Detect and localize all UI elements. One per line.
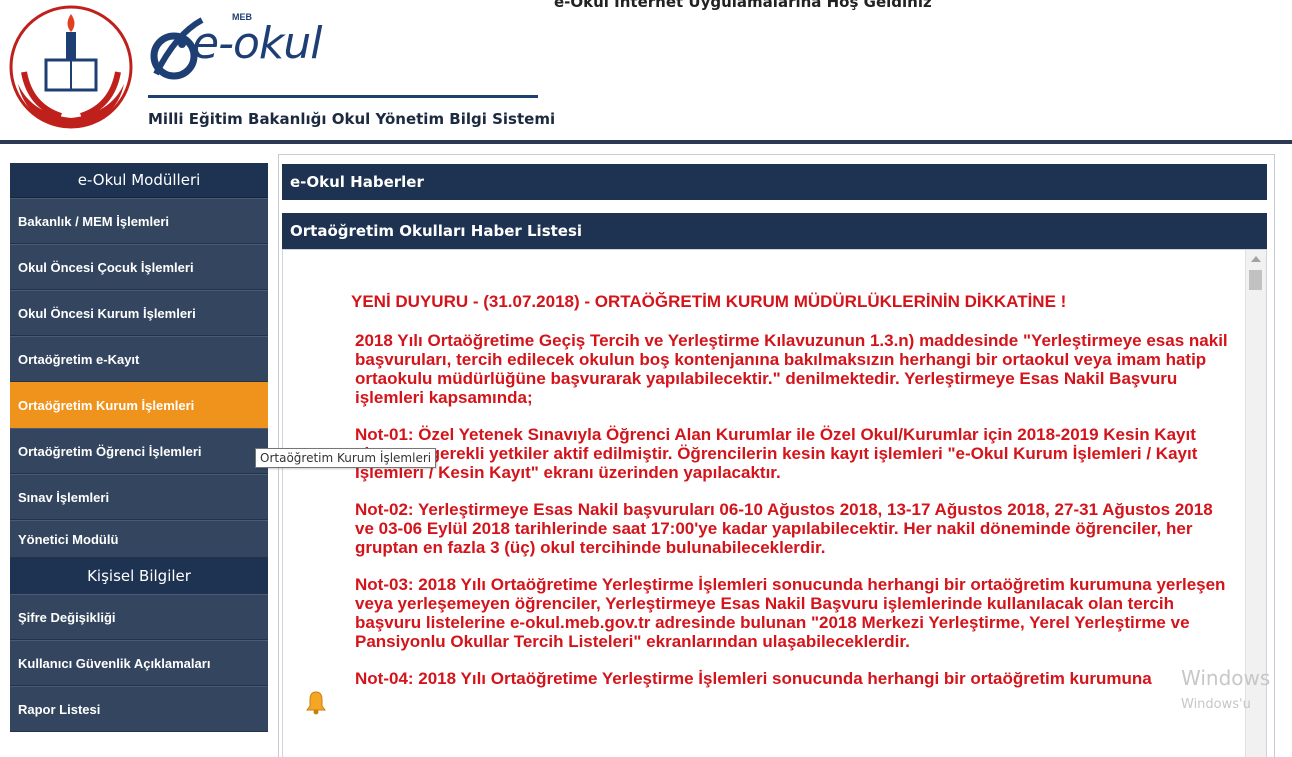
personal-info-title: Kişisel Bilgiler [10,558,268,594]
sidebar-item-bakanlik-mem[interactable]: Bakanlık / MEM İşlemleri [10,198,268,244]
windows-watermark: Windows [1181,666,1271,690]
logo-text: e-okul [192,18,322,69]
sidebar-item-okul-oncesi-kurum[interactable]: Okul Öncesi Kurum İşlemleri [10,290,268,336]
news-list-header: Ortaöğretim Okulları Haber Listesi [282,213,1267,249]
sidebar-item-yonetici[interactable]: Yönetici Modülü [10,520,268,558]
welcome-text: e-Okul İnternet Uygulamalarına Hoş Geldi… [554,0,932,11]
scroll-thumb[interactable] [1249,270,1262,290]
tooltip: Ortaöğretim Kurum İşlemleri [255,448,437,468]
news-paragraph: Not-03: 2018 Yılı Ortaöğretime Yerleştir… [355,575,1226,651]
page-header: . MEB e-okul Milli Eğitim Bakanlığı Okul… [0,0,1292,150]
sidebar-item-sifre-degisikligi[interactable]: Şifre Değişikliği [10,594,268,640]
news-header: e-Okul Haberler [282,164,1267,200]
header-bottom-border [0,140,1292,144]
sidebar-item-guvenlik-aciklamalari[interactable]: Kullanıcı Güvenlik Açıklamaları [10,640,268,686]
ministry-seal-icon: . [6,2,136,132]
news-frame[interactable]: YENİ DUYURU - (31.07.2018) - ORTAÖĞRETİM… [282,249,1267,757]
sidebar-item-okul-oncesi-cocuk[interactable]: Okul Öncesi Çocuk İşlemleri [10,244,268,290]
sidebar-item-ortaogretim-e-kayit[interactable]: Ortaöğretim e-Kayıt [10,336,268,382]
news-paragraph: Not-02: Yerleştirmeye Esas Nakil başvuru… [355,500,1213,557]
news-paragraph: 2018 Yılı Ortaöğretime Geçiş Tercih ve Y… [355,331,1228,407]
sidebar-item-ortaogretim-kurum[interactable]: Ortaöğretim Kurum İşlemleri [10,382,268,428]
system-subtitle: Milli Eğitim Bakanlığı Okul Yönetim Bilg… [148,110,556,128]
modules-title: e-Okul Modülleri [10,163,268,198]
windows-watermark-sub: Windows'u [1181,697,1251,712]
sidebar-item-sinav[interactable]: Sınav İşlemleri [10,474,268,520]
sidebar: e-Okul Modülleri Bakanlık / MEM İşlemler… [10,163,268,757]
news-headline: YENİ DUYURU - (31.07.2018) - ORTAÖĞRETİM… [351,292,1067,311]
news-paragraph: Not-01: Özel Yetenek Sınavıyla Öğrenci A… [355,425,1198,482]
sidebar-item-ortaogretim-ogrenci[interactable]: Ortaöğretim Öğrenci İşlemleri [10,428,268,474]
header-divider [148,95,538,98]
sidebar-item-rapor-listesi[interactable]: Rapor Listesi [10,686,268,732]
bell-icon [305,690,327,716]
scroll-up-icon[interactable] [1251,256,1261,262]
news-paragraph: Not-04: 2018 Yılı Ortaöğretime Yerleştir… [355,669,1152,688]
news-body: YENİ DUYURU - (31.07.2018) - ORTAÖĞRETİM… [351,292,1231,706]
